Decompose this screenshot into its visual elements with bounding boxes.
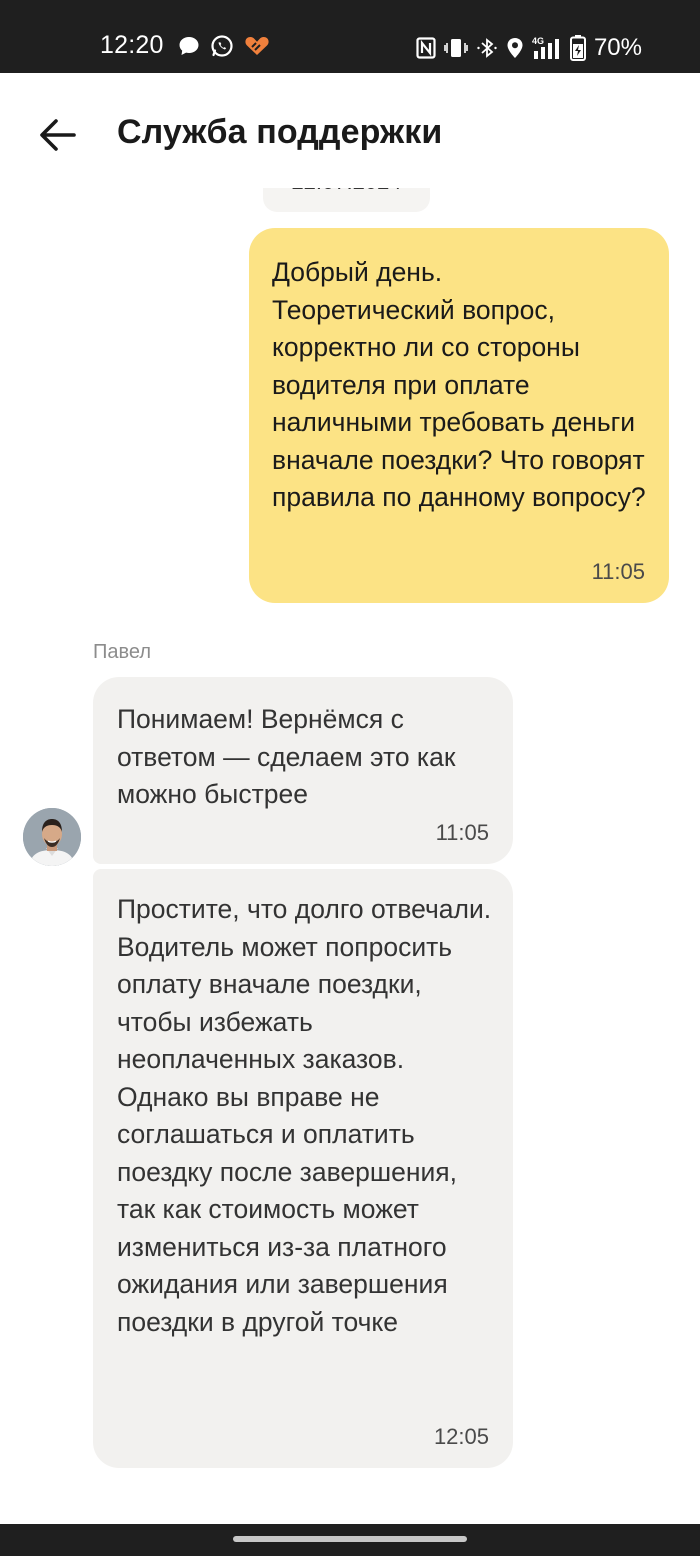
- message-text: Понимаем! Вернёмся с ответом — сделаем э…: [117, 704, 456, 809]
- vibrate-icon: [444, 37, 468, 59]
- whatsapp-icon: [210, 34, 234, 58]
- arrow-left-icon: [34, 119, 82, 163]
- system-nav-bar: [0, 1524, 700, 1556]
- message-time: 11:05: [591, 559, 645, 584]
- location-icon: [506, 37, 524, 59]
- page-title: Служба поддержки: [117, 113, 443, 151]
- message-text: Простите, что долго отвечали. Водитель м…: [117, 894, 492, 1337]
- home-gesture-handle[interactable]: [233, 1536, 467, 1542]
- nfc-icon: [416, 37, 436, 59]
- battery-charging-icon: [569, 35, 586, 61]
- message-outgoing[interactable]: Добрый день. Теоретический вопрос, корре…: [249, 228, 669, 603]
- avatar[interactable]: [23, 808, 81, 866]
- message-text: Добрый день. Теоретический вопрос, корре…: [272, 257, 646, 512]
- svg-text:4G: 4G: [532, 36, 544, 46]
- message-incoming[interactable]: Понимаем! Вернёмся с ответом — сделаем э…: [93, 677, 513, 864]
- message-time: 12:05: [433, 1424, 489, 1449]
- app-header: Служба поддержки: [0, 73, 700, 188]
- back-button[interactable]: [34, 111, 82, 159]
- bluetooth-icon: [476, 37, 498, 59]
- chat-bubble-icon: [178, 35, 200, 57]
- signal-4g-icon: 4G: [532, 36, 562, 60]
- battery-percent: 70%: [593, 34, 642, 61]
- system-icons: 4G 70%: [416, 34, 642, 62]
- message-incoming[interactable]: Простите, что долго отвечали. Водитель м…: [93, 869, 513, 1468]
- message-time: 11:05: [435, 820, 489, 845]
- sender-name: Павел: [93, 641, 152, 663]
- date-chip: 22.07.2024: [263, 188, 430, 212]
- notification-icons: [178, 34, 270, 58]
- chat-messages[interactable]: 22.07.2024 Добрый день. Теоретический во…: [0, 188, 700, 1524]
- status-time: 12:20: [100, 31, 164, 59]
- app-heart-icon: [244, 35, 270, 57]
- status-bar: 12:20 4G 70%: [0, 0, 700, 73]
